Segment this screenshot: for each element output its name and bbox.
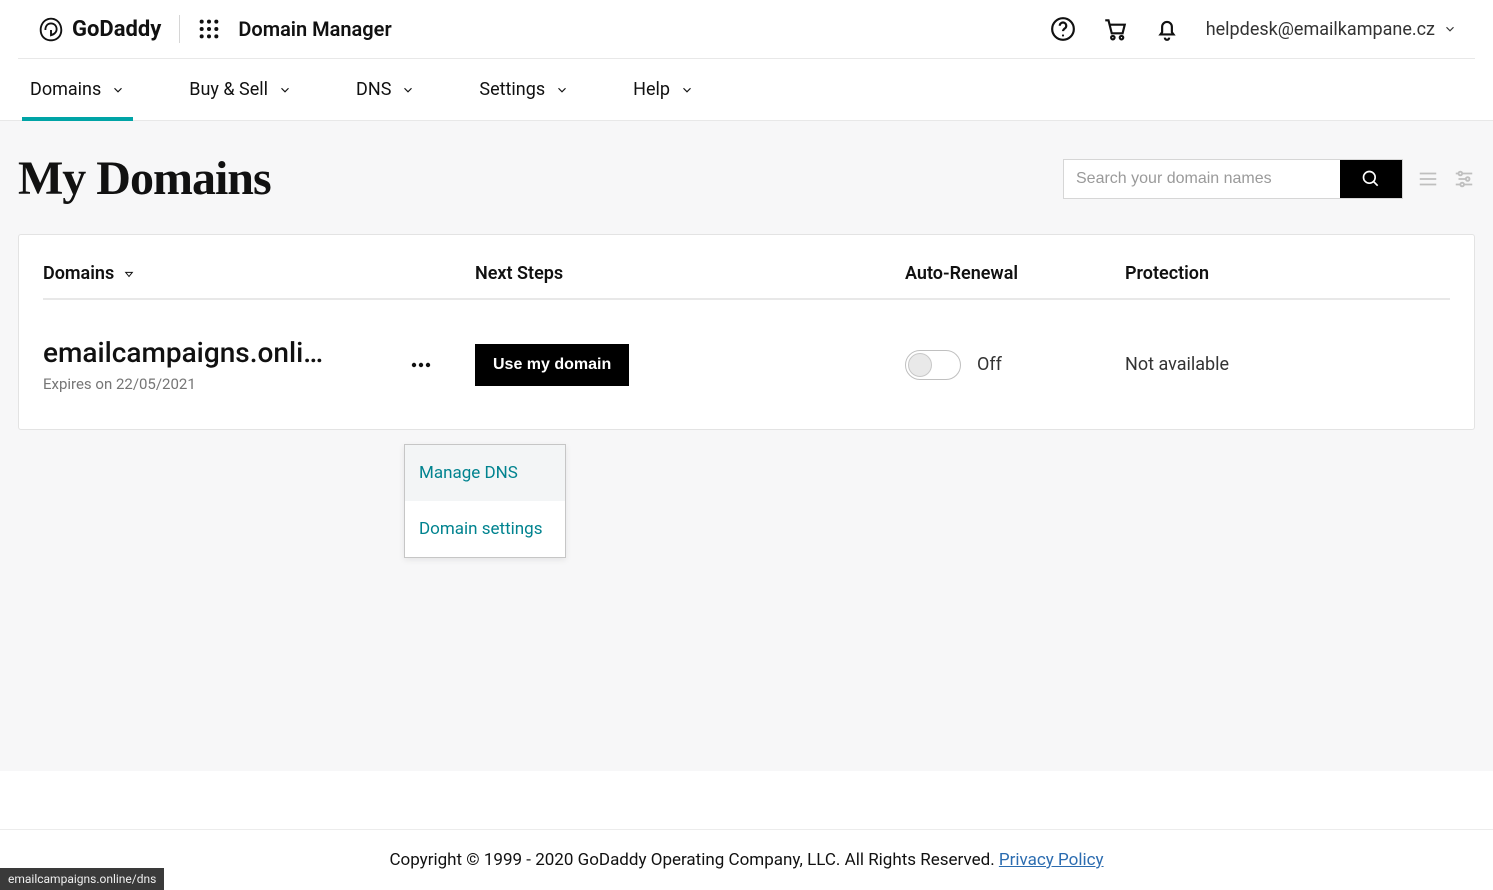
- copyright-text: Copyright © 1999 - 2020 GoDaddy Operatin…: [389, 850, 998, 870]
- nav-label: DNS: [356, 79, 391, 100]
- chevron-down-icon: [1443, 22, 1457, 36]
- table-row: emailcampaigns.onli… Expires on 22/05/20…: [19, 300, 1474, 429]
- chevron-down-icon: [111, 83, 125, 97]
- main-head: My Domains: [18, 151, 1475, 206]
- top-header: GoDaddy Domain Manager: [18, 0, 1475, 59]
- chevron-down-icon: [401, 83, 415, 97]
- protection-cell: Not available: [1125, 354, 1450, 375]
- nav-label: Help: [633, 79, 670, 100]
- search-button[interactable]: [1340, 160, 1402, 198]
- domains-table: Domains Next Steps Auto-Renewal Protecti…: [18, 234, 1475, 430]
- column-next-steps: Next Steps: [475, 263, 905, 284]
- nav-label: Buy & Sell: [189, 79, 268, 100]
- column-protection: Protection: [1125, 263, 1450, 284]
- godaddy-logo-icon: [36, 14, 66, 44]
- auto-renewal-toggle[interactable]: [905, 350, 961, 380]
- dropdown-manage-dns[interactable]: Manage DNS: [405, 445, 565, 501]
- dots-horizontal-icon: [409, 353, 433, 377]
- next-steps-cell: Use my domain: [475, 344, 905, 386]
- nav-label: Domains: [30, 79, 101, 100]
- auto-renewal-state: Off: [977, 354, 1002, 375]
- search-box: [1063, 159, 1403, 199]
- nav-label: Settings: [479, 79, 545, 100]
- brand-logo[interactable]: GoDaddy: [36, 14, 161, 44]
- apps-grid-icon[interactable]: [198, 18, 220, 40]
- main-nav: Domains Buy & Sell DNS Settings Help: [0, 59, 1493, 121]
- domain-cell: emailcampaigns.onli… Expires on 22/05/20…: [43, 336, 475, 393]
- header-left: GoDaddy Domain Manager: [36, 14, 392, 44]
- main-area: My Domains Domains: [0, 121, 1493, 771]
- chevron-down-icon: [278, 83, 292, 97]
- privacy-policy-link[interactable]: Privacy Policy: [999, 850, 1104, 870]
- chevron-down-icon: [680, 83, 694, 97]
- footer: Copyright © 1999 - 2020 GoDaddy Operatin…: [0, 829, 1493, 890]
- column-label: Domains: [43, 263, 114, 284]
- table-header: Domains Next Steps Auto-Renewal Protecti…: [43, 235, 1450, 300]
- brand-name: GoDaddy: [72, 17, 161, 42]
- bell-icon[interactable]: [1154, 16, 1180, 42]
- separator: [179, 15, 180, 43]
- use-my-domain-button[interactable]: Use my domain: [475, 344, 629, 386]
- browser-status-bar: emailcampaigns.online/dns: [0, 868, 164, 890]
- search-icon: [1361, 169, 1381, 189]
- app-title[interactable]: Domain Manager: [238, 17, 391, 41]
- account-menu[interactable]: helpdesk@emailkampane.cz: [1206, 19, 1457, 40]
- cart-icon[interactable]: [1102, 16, 1128, 42]
- actions-dropdown: Manage DNS Domain settings: [404, 444, 566, 558]
- nav-settings[interactable]: Settings: [471, 59, 577, 120]
- dropdown-domain-settings[interactable]: Domain settings: [405, 501, 565, 557]
- domain-info[interactable]: emailcampaigns.onli… Expires on 22/05/20…: [43, 336, 323, 393]
- domain-expires: Expires on 22/05/2021: [43, 375, 323, 393]
- nav-buy-sell[interactable]: Buy & Sell: [181, 59, 300, 120]
- domain-name: emailcampaigns.onli…: [43, 336, 323, 369]
- account-email: helpdesk@emailkampane.cz: [1206, 19, 1435, 40]
- search-toolbar: [1063, 159, 1475, 199]
- list-view-icon[interactable]: [1417, 168, 1439, 190]
- nav-dns[interactable]: DNS: [348, 59, 423, 120]
- search-input[interactable]: [1064, 160, 1340, 198]
- chevron-down-icon: [555, 83, 569, 97]
- toggle-knob: [908, 353, 932, 377]
- column-domains[interactable]: Domains: [43, 263, 475, 284]
- column-auto-renewal: Auto-Renewal: [905, 263, 1125, 284]
- nav-help[interactable]: Help: [625, 59, 702, 120]
- auto-renewal-cell: Off: [905, 350, 1125, 380]
- header-right: helpdesk@emailkampane.cz: [1050, 16, 1457, 42]
- nav-domains[interactable]: Domains: [22, 59, 133, 120]
- filter-icon[interactable]: [1453, 168, 1475, 190]
- more-actions-button[interactable]: [407, 351, 435, 379]
- help-icon[interactable]: [1050, 16, 1076, 42]
- sort-caret-icon: [124, 269, 134, 279]
- page-title: My Domains: [18, 151, 271, 206]
